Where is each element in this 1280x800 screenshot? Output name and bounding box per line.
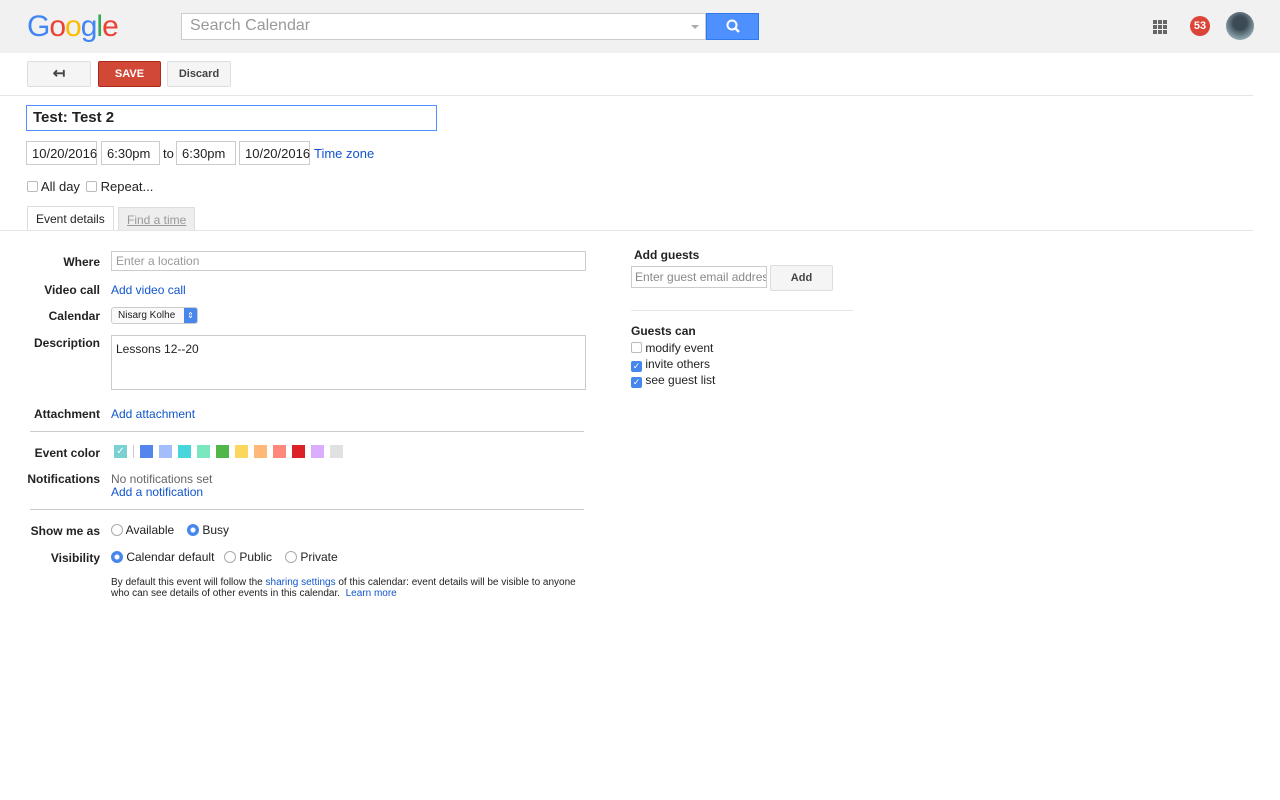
radio-label: Busy xyxy=(202,523,230,537)
permission-label: see guest list xyxy=(645,373,716,387)
event-title-input[interactable]: Test: Test 2 xyxy=(26,105,437,131)
guests-can-title: Guests can xyxy=(631,324,696,338)
radio[interactable] xyxy=(224,551,236,563)
note-text: By default this event will follow the xyxy=(111,577,266,588)
to-label: to xyxy=(163,146,174,161)
calendar-label: Calendar xyxy=(48,309,100,323)
color-palette: ✓ xyxy=(114,445,343,458)
color-swatch[interactable] xyxy=(273,445,286,458)
divider xyxy=(30,431,584,432)
color-swatch[interactable] xyxy=(254,445,267,458)
description-textarea[interactable]: Lessons 12--20 xyxy=(111,335,586,390)
default-color-swatch[interactable]: ✓ xyxy=(114,445,127,458)
dropdown-caret-icon[interactable] xyxy=(691,25,699,33)
visibility-private-radio[interactable]: Private xyxy=(285,550,338,564)
sharing-settings-link[interactable]: sharing settings xyxy=(266,577,336,588)
start-date-input[interactable]: 10/20/2016 xyxy=(26,141,97,165)
calendar-value: Nisarg Kolhe xyxy=(118,310,176,321)
visibility-note: By default this event will follow the sh… xyxy=(111,577,576,599)
avatar[interactable] xyxy=(1226,12,1254,40)
tab-find-a-time[interactable]: Find a time xyxy=(118,207,196,231)
color-swatch[interactable] xyxy=(311,445,324,458)
notifications-value: No notifications set xyxy=(111,472,213,486)
color-swatch[interactable] xyxy=(330,445,343,458)
permission-label: invite others xyxy=(645,357,711,371)
note-text: of this calendar: event details will be … xyxy=(335,577,576,588)
show-busy-radio[interactable]: Busy xyxy=(187,523,229,537)
color-swatch[interactable] xyxy=(140,445,153,458)
learn-more-link[interactable]: Learn more xyxy=(346,588,397,599)
radio-label: Calendar default xyxy=(126,550,215,564)
start-time-input[interactable]: 6:30pm xyxy=(101,141,160,165)
search-button[interactable] xyxy=(706,13,759,40)
radio[interactable] xyxy=(187,524,199,536)
permission-invite-others[interactable]: ✓ invite others xyxy=(631,357,710,372)
permission-label: modify event xyxy=(645,341,714,355)
repeat-label: Repeat... xyxy=(100,179,154,194)
notifications-label: Notifications xyxy=(27,472,100,486)
add-notification-link[interactable]: Add a notification xyxy=(111,485,203,499)
video-call-label: Video call xyxy=(44,283,100,297)
checkbox-checked[interactable]: ✓ xyxy=(631,377,642,388)
google-logo[interactable]: Google xyxy=(27,10,119,44)
show-available-radio[interactable]: Available xyxy=(111,523,174,537)
all-day-checkbox[interactable]: All day xyxy=(27,179,80,194)
where-input[interactable]: Enter a location xyxy=(111,251,586,271)
tab-event-details[interactable]: Event details xyxy=(27,206,114,231)
radio[interactable] xyxy=(285,551,297,563)
divider xyxy=(631,310,853,311)
visibility-public-radio[interactable]: Public xyxy=(224,550,272,564)
discard-button[interactable]: Discard xyxy=(167,61,231,87)
color-swatch[interactable] xyxy=(235,445,248,458)
repeat-checkbox[interactable]: Repeat... xyxy=(86,179,153,194)
permission-see-guest-list[interactable]: ✓ see guest list xyxy=(631,373,715,388)
divider xyxy=(30,509,584,510)
radio[interactable] xyxy=(111,551,123,563)
event-color-label: Event color xyxy=(34,446,100,460)
checkbox[interactable] xyxy=(631,342,642,353)
checkbox-checked[interactable]: ✓ xyxy=(631,361,642,372)
back-button[interactable]: ↤ xyxy=(27,61,91,87)
guest-email-input[interactable]: Enter guest email addresses xyxy=(631,266,767,288)
calendar-select[interactable]: Nisarg Kolhe ⇕ xyxy=(111,307,198,324)
add-attachment-link[interactable]: Add attachment xyxy=(111,407,195,421)
time-zone-link[interactable]: Time zone xyxy=(314,146,374,161)
tabs-divider xyxy=(0,230,1253,231)
color-swatch[interactable] xyxy=(216,445,229,458)
note-text: who can see details of other events in t… xyxy=(111,588,341,599)
add-guest-button[interactable]: Add xyxy=(770,265,833,291)
select-arrows-icon: ⇕ xyxy=(184,308,197,323)
color-swatch[interactable] xyxy=(197,445,210,458)
visibility-label: Visibility xyxy=(50,551,100,565)
end-time-input[interactable]: 6:30pm xyxy=(176,141,236,165)
description-label: Description xyxy=(33,336,100,350)
color-swatch[interactable] xyxy=(159,445,172,458)
permission-modify-event[interactable]: modify event xyxy=(631,341,713,355)
all-day-label: All day xyxy=(40,179,80,194)
attachment-label: Attachment xyxy=(33,407,100,421)
checkbox[interactable] xyxy=(86,181,97,192)
arrow-back-icon: ↤ xyxy=(52,65,66,82)
apps-grid-icon[interactable] xyxy=(1153,20,1167,34)
where-label: Where xyxy=(63,255,100,269)
color-swatch[interactable] xyxy=(178,445,191,458)
radio-label: Public xyxy=(239,550,273,564)
separator xyxy=(133,445,134,458)
radio-label: Private xyxy=(300,550,338,564)
radio[interactable] xyxy=(111,524,123,536)
show-me-as-label: Show me as xyxy=(30,524,100,538)
add-guests-title: Add guests xyxy=(634,248,700,262)
radio-label: Available xyxy=(125,523,175,537)
search-input[interactable]: Search Calendar xyxy=(181,13,706,40)
checkbox[interactable] xyxy=(27,181,38,192)
end-date-input[interactable]: 10/20/2016 xyxy=(239,141,310,165)
visibility-default-radio[interactable]: Calendar default xyxy=(111,550,214,564)
divider xyxy=(0,95,1253,96)
save-button[interactable]: SAVE xyxy=(98,61,161,87)
notifications-badge[interactable]: 53 xyxy=(1190,16,1210,36)
search-icon xyxy=(726,19,740,33)
search-placeholder: Search Calendar xyxy=(190,17,311,34)
color-swatch[interactable] xyxy=(292,445,305,458)
add-video-call-link[interactable]: Add video call xyxy=(111,283,186,297)
